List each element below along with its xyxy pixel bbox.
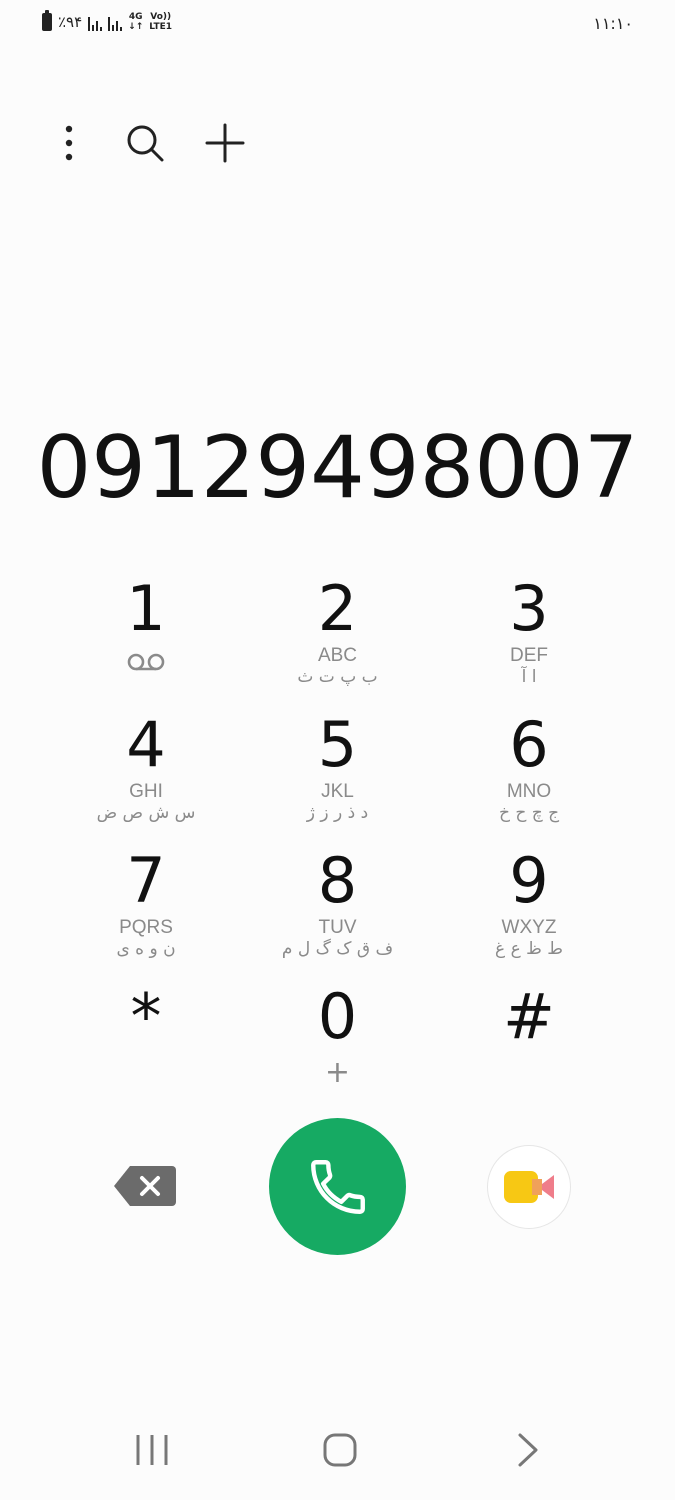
key-letters: JKL xyxy=(321,781,354,802)
key-1[interactable]: 1 xyxy=(50,572,242,708)
recents-icon xyxy=(136,1435,168,1465)
key-persian-letters: ط ظ ع غ xyxy=(495,939,563,959)
key-persian-letters: ن و ه ی xyxy=(116,939,176,959)
status-indicators: ٪۹۴ 4G ↓↑ Vo)) LTE1 xyxy=(42,10,172,32)
back-icon xyxy=(518,1433,538,1467)
backspace-icon xyxy=(114,1166,176,1206)
search-button[interactable] xyxy=(120,118,170,168)
navigation-bar xyxy=(0,1420,675,1480)
video-call-button[interactable] xyxy=(487,1145,571,1229)
status-bar: ٪۹۴ 4G ↓↑ Vo)) LTE1 ۱۱:۱۰ xyxy=(0,0,675,46)
key-letters: ABC xyxy=(317,645,358,666)
key-persian-letters: ج چ ح خ xyxy=(498,803,560,823)
key-persian-letters: ا آ xyxy=(521,667,537,687)
top-action-bar xyxy=(44,118,250,168)
key-digit: 6 xyxy=(509,708,549,781)
voicemail-icon xyxy=(127,653,165,671)
key-7[interactable]: 7 PQRS ن و ه ی xyxy=(50,844,242,980)
phone-icon xyxy=(310,1159,365,1214)
status-time: ۱۱:۱۰ xyxy=(593,14,633,33)
key-plus-label: + xyxy=(324,1055,351,1090)
add-contact-button[interactable] xyxy=(200,118,250,168)
key-8[interactable]: 8 TUV ف ق ک گ ل م xyxy=(242,844,433,980)
key-letters: DEF xyxy=(510,645,548,666)
key-letters: PQRS xyxy=(119,917,173,938)
call-actions xyxy=(0,1118,675,1258)
lte-label: LTE1 xyxy=(149,22,173,32)
more-vert-icon xyxy=(65,125,73,161)
call-button[interactable] xyxy=(269,1118,406,1255)
key-5[interactable]: 5 JKL د ذ ر ز ژ xyxy=(242,708,433,844)
data-arrows-icon: ↓↑ xyxy=(128,22,144,32)
key-digit: 4 xyxy=(126,708,166,781)
video-call-icon xyxy=(504,1171,554,1203)
more-options-button[interactable] xyxy=(44,118,94,168)
key-digit: 0 xyxy=(317,980,358,1053)
network-type-label: 4G xyxy=(128,12,143,22)
key-digit: 1 xyxy=(126,572,166,645)
key-0[interactable]: 0 + xyxy=(242,980,433,1116)
dialpad: 1 2 ABC ب پ ت ث 3 DEF ا آ 4 GHI س ش ص ض … xyxy=(50,572,625,1116)
key-hash[interactable]: # xyxy=(433,980,625,1116)
volte-icon: Vo)) LTE1 xyxy=(149,12,172,32)
key-3[interactable]: 3 DEF ا آ xyxy=(433,572,625,708)
key-letters: TUV xyxy=(318,917,357,938)
key-9[interactable]: 9 WXYZ ط ظ ع غ xyxy=(433,844,625,980)
key-letters: MNO xyxy=(506,781,552,802)
key-digit: 3 xyxy=(509,572,549,645)
key-star[interactable]: * xyxy=(50,980,242,1116)
key-persian-letters: ف ق ک گ ل م xyxy=(281,939,394,959)
key-digit: * xyxy=(130,980,162,1053)
volte-label: Vo)) xyxy=(150,12,172,22)
key-2[interactable]: 2 ABC ب پ ت ث xyxy=(242,572,433,708)
key-4[interactable]: 4 GHI س ش ص ض xyxy=(50,708,242,844)
recents-button[interactable] xyxy=(122,1420,182,1480)
key-letters: GHI xyxy=(129,781,163,802)
add-icon xyxy=(205,123,245,163)
home-icon xyxy=(323,1433,357,1467)
backspace-button[interactable] xyxy=(112,1164,178,1208)
key-digit: # xyxy=(503,980,555,1053)
key-persian-letters: س ش ص ض xyxy=(96,803,196,823)
key-letters: WXYZ xyxy=(501,917,557,938)
back-button[interactable] xyxy=(498,1420,558,1480)
key-digit: 2 xyxy=(317,572,358,645)
dialer-screen: ٪۹۴ 4G ↓↑ Vo)) LTE1 ۱۱:۱۰ 09129498007 1 … xyxy=(0,0,675,1500)
key-persian-letters: ب پ ت ث xyxy=(297,667,378,687)
battery-percentage: ٪۹۴ xyxy=(58,13,83,31)
key-digit: 8 xyxy=(317,844,358,917)
key-digit: 7 xyxy=(126,844,166,917)
key-digit: 5 xyxy=(317,708,358,781)
search-icon xyxy=(127,125,164,162)
network-4g-icon: 4G ↓↑ xyxy=(128,12,143,32)
home-button[interactable] xyxy=(310,1420,370,1480)
signal-icon xyxy=(108,13,123,31)
key-6[interactable]: 6 MNO ج چ ح خ xyxy=(433,708,625,844)
dialed-number[interactable]: 09129498007 xyxy=(0,418,675,518)
key-persian-letters: د ذ ر ز ژ xyxy=(306,803,369,823)
battery-icon xyxy=(42,10,52,31)
key-digit: 9 xyxy=(509,844,549,917)
signal-icon xyxy=(88,13,103,31)
